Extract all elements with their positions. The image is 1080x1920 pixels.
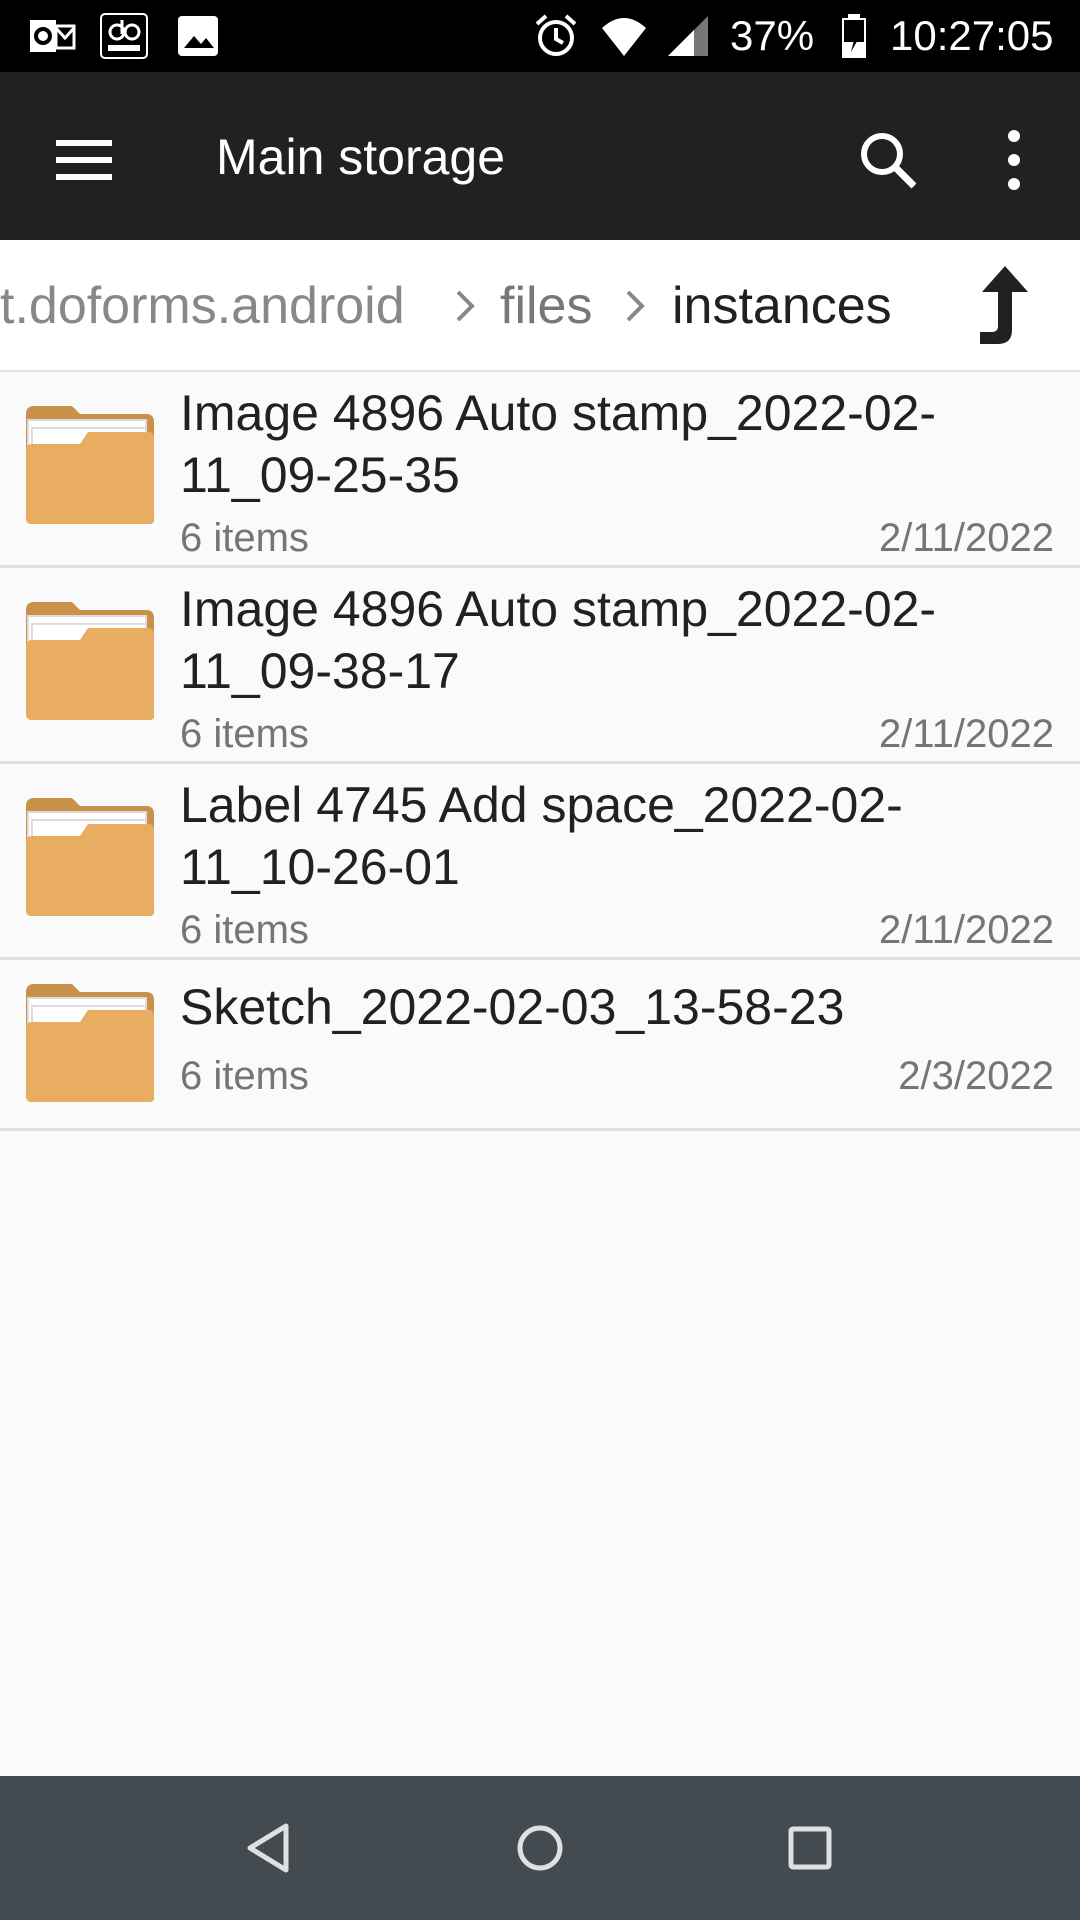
item-count: 6 items (180, 516, 309, 560)
wifi-icon (602, 18, 646, 56)
file-list: Image 4896 Auto stamp_2022-02-11_09-25-3… (0, 372, 1080, 1131)
item-count: 6 items (180, 712, 309, 756)
breadcrumb: t.doforms.android files instances (0, 240, 1080, 372)
item-count: 6 items (180, 908, 309, 952)
folder-icon (26, 602, 154, 720)
search-icon[interactable] (842, 114, 934, 206)
item-count: 6 items (180, 1054, 309, 1098)
file-name: Sketch_2022-02-03_13-58-23 (180, 979, 845, 1035)
item-date: 2/11/2022 (879, 712, 1054, 756)
battery-percent: 37% (730, 12, 815, 59)
list-item[interactable]: Image 4896 Auto stamp_2022-02-11_09-25-3… (0, 372, 1080, 568)
image-icon (178, 16, 218, 56)
navigation-bar (0, 1776, 1080, 1920)
hamburger-menu-icon[interactable] (38, 114, 130, 206)
folder-icon (26, 798, 154, 916)
doforms-icon (100, 13, 148, 59)
breadcrumb-item-package[interactable]: t.doforms.android (0, 276, 405, 336)
folder-icon (26, 984, 154, 1102)
outlook-icon (30, 20, 76, 52)
chevron-right-icon (456, 290, 475, 322)
battery-charging-icon (842, 14, 866, 58)
breadcrumb-item-instances[interactable]: instances (672, 276, 892, 336)
item-date: 2/3/2022 (898, 1054, 1054, 1098)
item-date: 2/11/2022 (879, 516, 1054, 560)
file-name: Image 4896 Auto stamp_2022-02-11_09-38-1… (180, 581, 937, 699)
status-bar: 37% 10:27:05 (0, 0, 1080, 72)
list-item[interactable]: Label 4745 Add space_2022-02-11_10-26-01… (0, 764, 1080, 960)
alarm-icon (535, 14, 577, 56)
breadcrumb-item-files[interactable]: files (500, 276, 592, 336)
page-title: Main storage (216, 129, 506, 185)
file-name: Image 4896 Auto stamp_2022-02-11_09-25-3… (180, 385, 937, 503)
arrow-up-icon[interactable] (970, 262, 1040, 348)
back-icon[interactable] (234, 1812, 306, 1884)
file-name: Label 4745 Add space_2022-02-11_10-26-01 (180, 777, 903, 895)
list-item[interactable]: Sketch_2022-02-03_13-58-23 6 items 2/3/2… (0, 960, 1080, 1131)
recents-icon[interactable] (774, 1812, 846, 1884)
clock: 10:27:05 (890, 12, 1054, 59)
app-bar: Main storage (0, 72, 1080, 240)
item-date: 2/11/2022 (879, 908, 1054, 952)
chevron-right-icon (626, 290, 645, 322)
folder-icon (26, 406, 154, 524)
more-vert-icon[interactable] (968, 114, 1060, 206)
home-icon[interactable] (504, 1812, 576, 1884)
list-item[interactable]: Image 4896 Auto stamp_2022-02-11_09-38-1… (0, 568, 1080, 764)
cell-signal-icon (668, 16, 708, 56)
